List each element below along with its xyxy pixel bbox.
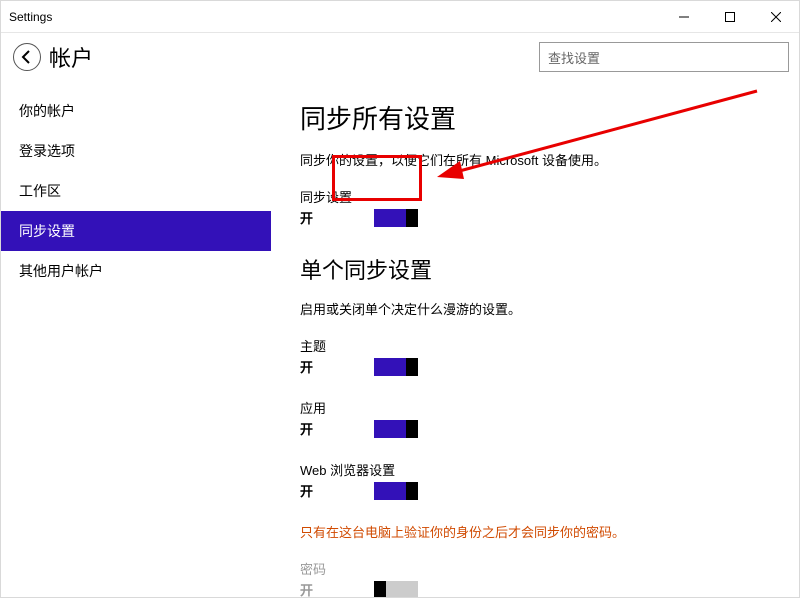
sidebar-item-sync-settings[interactable]: 同步设置 (1, 211, 271, 251)
sidebar-item-signin-options[interactable]: 登录选项 (1, 131, 271, 171)
setting-label: 主题 (300, 336, 771, 355)
setting-label: 密码 (300, 559, 771, 578)
verify-warning-text: 只有在这台电脑上验证你的身份之后才会同步你的密码。 (300, 522, 771, 541)
setting-label: Web 浏览器设置 (300, 460, 771, 479)
caption-buttons (661, 1, 799, 32)
sidebar-item-label: 工作区 (19, 181, 61, 201)
setting-state-text: 开 (300, 481, 370, 500)
minimize-button[interactable] (661, 1, 707, 32)
setting-state-text: 开 (300, 357, 370, 376)
search-input[interactable]: 查找设置 (539, 42, 789, 72)
toggle-apps[interactable] (374, 420, 418, 438)
sidebar: 你的帐户 登录选项 工作区 同步设置 其他用户帐户 (1, 81, 271, 597)
setting-browser: Web 浏览器设置 开 (300, 460, 771, 500)
setting-state-text: 开 (300, 208, 370, 227)
setting-apps: 应用 开 (300, 398, 771, 438)
toggle-browser[interactable] (374, 482, 418, 500)
sidebar-item-work-access[interactable]: 工作区 (1, 171, 271, 211)
setting-password: 密码 开 (300, 559, 771, 597)
section-title-individual: 单个同步设置 (300, 253, 771, 285)
sidebar-item-your-account[interactable]: 你的帐户 (1, 91, 271, 131)
setting-state-text: 开 (300, 580, 370, 597)
setting-state-text: 开 (300, 419, 370, 438)
section-desc-individual: 启用或关闭单个决定什么漫游的设置。 (300, 299, 771, 318)
annotation-box (332, 155, 422, 201)
page-title: 帐户 (49, 41, 539, 73)
sidebar-item-label: 你的帐户 (19, 101, 75, 121)
maximize-button[interactable] (707, 1, 753, 32)
window-title: Settings (1, 10, 661, 24)
sidebar-item-label: 同步设置 (19, 221, 75, 241)
toggle-password[interactable] (374, 581, 418, 598)
annotation-arrow (422, 81, 772, 191)
sidebar-item-other-users[interactable]: 其他用户帐户 (1, 251, 271, 291)
titlebar: Settings (1, 1, 799, 33)
close-button[interactable] (753, 1, 799, 32)
header-row: 帐户 查找设置 (1, 33, 799, 81)
back-button[interactable] (13, 43, 41, 71)
sidebar-item-label: 其他用户帐户 (19, 261, 103, 281)
main-panel: 同步所有设置 同步你的设置，以便它们在所有 Microsoft 设备使用。 同步… (271, 81, 799, 597)
sidebar-item-label: 登录选项 (19, 141, 75, 161)
search-placeholder: 查找设置 (548, 48, 600, 67)
toggle-sync-settings[interactable] (374, 209, 418, 227)
setting-theme: 主题 开 (300, 336, 771, 376)
toggle-theme[interactable] (374, 358, 418, 376)
content-area: 你的帐户 登录选项 工作区 同步设置 其他用户帐户 同步所有设置 同步你的设置，… (1, 81, 799, 597)
setting-label: 应用 (300, 398, 771, 417)
